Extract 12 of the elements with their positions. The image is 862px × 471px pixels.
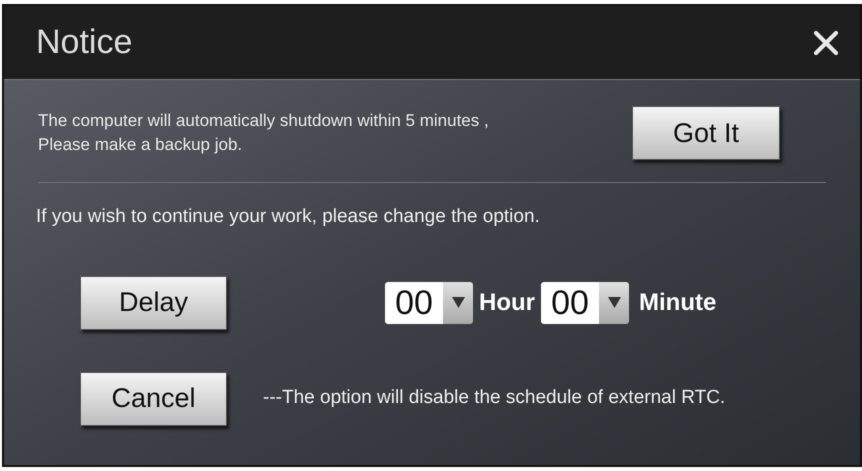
caret-icon — [608, 297, 620, 308]
window-title: Notice — [36, 22, 132, 63]
notice-text: The computer will automatically shutdown within 5 minutes , — [38, 110, 489, 132]
delay-button[interactable]: Delay — [80, 276, 227, 330]
instruction-text: If you wish to continue your work, please change the option. — [36, 205, 541, 229]
unit-label: Minute — [639, 288, 716, 318]
unit-label: Hour — [479, 288, 535, 318]
cancel-button[interactable]: Cancel — [80, 372, 227, 426]
note-text: ---The option will disable the schedule of external RTC. — [263, 386, 726, 410]
notice-text: Please make a backup job. — [38, 134, 244, 156]
caret-icon — [452, 297, 464, 308]
got-it-button[interactable]: Got It — [632, 106, 780, 160]
